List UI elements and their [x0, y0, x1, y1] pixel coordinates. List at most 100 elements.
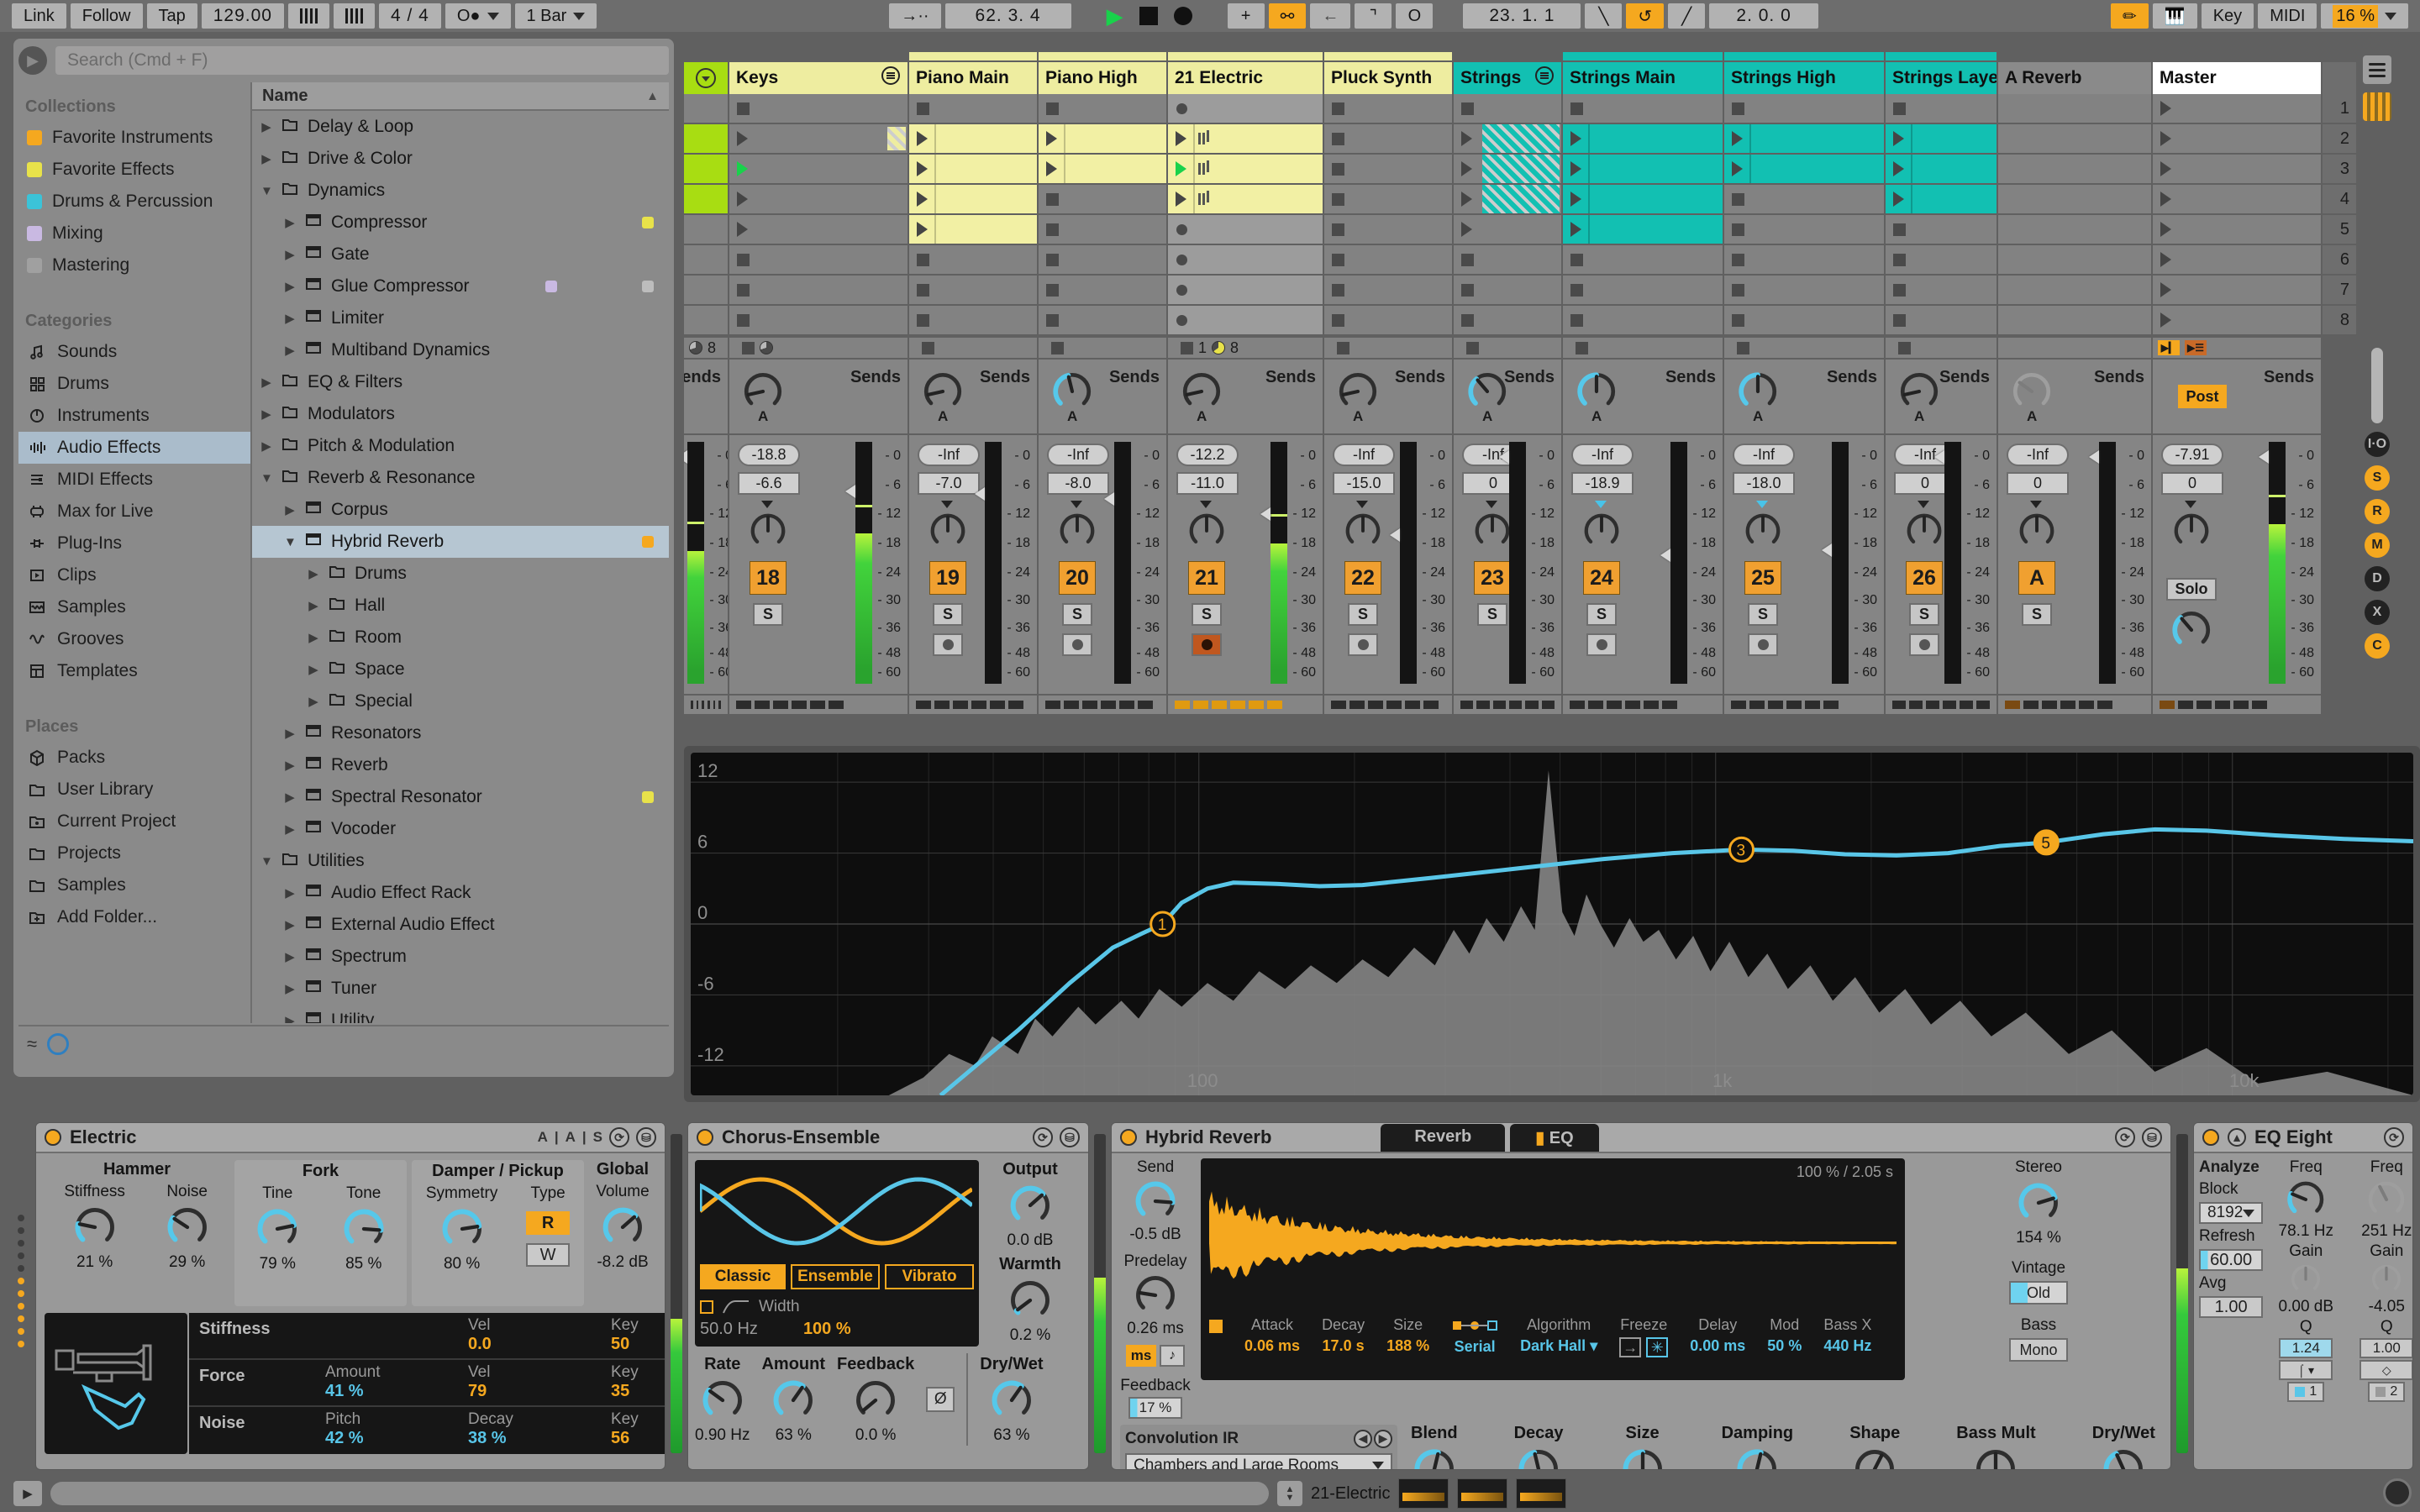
clip-slot[interactable] [1168, 276, 1323, 304]
solo-button[interactable]: S [933, 603, 963, 626]
tree-item-room[interactable]: ▶ Room [252, 622, 669, 654]
chevron-right-icon[interactable]: ▶ [284, 247, 296, 262]
clip-stop-button[interactable] [1893, 283, 1906, 297]
device-thumbnail[interactable] [1516, 1478, 1567, 1509]
avg-value[interactable]: 1.00 [2199, 1296, 2264, 1318]
hybrid-bass-mult-knob[interactable]: Bass Mult100 % [1956, 1424, 2036, 1469]
track-header-strings-main[interactable]: Strings Main [1563, 62, 1723, 94]
chevron-right-icon[interactable]: ▶ [284, 311, 296, 326]
chevron-right-icon[interactable]: ▶ [308, 566, 319, 581]
clip-slot[interactable] [2153, 155, 2321, 183]
chevron-down-icon[interactable]: ▼ [260, 184, 273, 198]
device-on-toggle[interactable] [45, 1129, 61, 1146]
fader-position-marker[interactable] [1660, 548, 1670, 562]
save-preset-icon[interactable]: ⛁ [1060, 1127, 1080, 1147]
chevron-down-icon[interactable]: ▼ [260, 854, 273, 869]
pan-knob[interactable] [1581, 511, 1622, 551]
tree-item-eq-filters[interactable]: ▶ EQ & Filters [252, 366, 669, 398]
clip-slot[interactable] [729, 306, 908, 334]
volume-readout[interactable]: -7.0 [918, 472, 980, 495]
send-a-knob[interactable] [741, 370, 785, 413]
tree-item-glue-compressor[interactable]: ▶ Glue Compressor [252, 270, 669, 302]
stop-all-track-button[interactable] [1737, 341, 1749, 354]
stop-all-clips-button[interactable]: ▶▎ [2158, 340, 2180, 355]
tree-item-audio-effect-rack[interactable]: ▶ Audio Effect Rack [252, 877, 669, 909]
zoom-toggle-icon[interactable]: ▲ ▼ [1277, 1481, 1302, 1506]
clip-slot[interactable] [1886, 276, 1996, 304]
tree-item-reverb-resonance[interactable]: ▼ Reverb & Resonance [252, 462, 669, 494]
clip-slot[interactable] [1039, 306, 1166, 334]
clip-slot[interactable] [1454, 124, 1561, 153]
predelay-ms-button[interactable]: ms [1126, 1345, 1156, 1367]
clip-slot[interactable] [1998, 276, 2151, 304]
clip-stop-button[interactable] [1332, 223, 1344, 236]
device-scroll-dots[interactable] [12, 1122, 30, 1470]
er-toggle[interactable] [1209, 1320, 1223, 1333]
arm-button[interactable] [1062, 633, 1092, 656]
clip-stop-button[interactable] [1893, 253, 1906, 266]
clip-slot[interactable] [729, 94, 908, 123]
clip-play-icon[interactable] [2160, 312, 2171, 328]
tree-item-tuner[interactable]: ▶ Tuner [252, 973, 669, 1005]
track-number-box[interactable]: A [2018, 561, 2055, 595]
track-header-electric-21[interactable]: 21 Electric [1168, 62, 1323, 94]
track-stop-row[interactable] [1324, 338, 1452, 358]
key-map-button[interactable]: Key [2201, 3, 2254, 29]
chevron-right-icon[interactable]: ▶ [284, 726, 296, 741]
solo-button[interactable]: S [1192, 603, 1222, 626]
matrix-value[interactable]: 41 % [325, 1382, 468, 1401]
tree-item-vocoder[interactable]: ▶ Vocoder [252, 813, 669, 845]
clip-slot[interactable] [1724, 276, 1884, 304]
track-header-piano-main[interactable]: Piano Main [909, 62, 1037, 94]
clip-slot[interactable] [1886, 215, 1996, 244]
mixer-section-toggle-s[interactable]: S [2365, 465, 2390, 491]
sidebar-item-mastering[interactable]: Mastering [18, 249, 250, 281]
matrix-value[interactable]: 35 [611, 1382, 665, 1401]
clip-launch-icon[interactable] [917, 131, 928, 146]
volume-knob[interactable] [600, 1205, 645, 1250]
volume-readout[interactable]: -18.9 [1571, 472, 1634, 495]
sidebar-item-mixing[interactable]: Mixing [18, 218, 250, 249]
track-header-piano-high[interactable]: Piano High [1039, 62, 1166, 94]
computer-midi-keyboard-icon[interactable]: 🎹 [2152, 3, 2197, 29]
chevron-right-icon[interactable]: ▶ [284, 949, 296, 964]
volume-readout[interactable]: -18.0 [1733, 472, 1795, 495]
clip-slot[interactable] [729, 185, 908, 213]
clip-slot[interactable] [1563, 245, 1723, 274]
sidebar-item-audio-effects[interactable]: Audio Effects [18, 432, 250, 464]
tree-item-hybrid-reverb[interactable]: ▼ Hybrid Reverb [252, 526, 669, 558]
send-a-knob[interactable] [1736, 370, 1780, 413]
clip-play-icon[interactable] [2160, 222, 2171, 237]
clip-slot[interactable] [909, 155, 1037, 183]
mixer-section-toggle-c[interactable]: C [2365, 633, 2390, 659]
track-stop-row[interactable]: 8 [684, 338, 728, 358]
tree-item-modulators[interactable]: ▶ Modulators [252, 398, 669, 430]
phase-invert-button[interactable]: Ø [926, 1387, 955, 1412]
device-thumbnail[interactable] [1457, 1478, 1508, 1509]
chevron-right-icon[interactable]: ▶ [260, 407, 272, 422]
track-header-strings-high[interactable]: Strings High [1724, 62, 1884, 94]
clip-play-icon[interactable] [2160, 252, 2171, 267]
draw-mode-icon[interactable]: ✏ [2111, 3, 2149, 29]
sidebar-item-projects[interactable]: Projects [18, 837, 250, 869]
chevron-right-icon[interactable]: ▶ [308, 630, 319, 645]
clip-play-icon[interactable] [2160, 101, 2171, 116]
clip-launch-icon[interactable] [1046, 161, 1057, 176]
scene-number[interactable]: 6 [2323, 245, 2356, 274]
clip-slot[interactable] [909, 245, 1037, 274]
clip-slot[interactable] [1454, 215, 1561, 244]
solo-cue-label[interactable]: Solo [2166, 578, 2217, 601]
solo-button[interactable]: S [1748, 603, 1778, 626]
band-gain-knob[interactable] [2370, 1263, 2403, 1296]
io-meter-icon[interactable] [2363, 92, 2391, 121]
clip-slot[interactable] [1454, 185, 1561, 213]
tree-item-drums[interactable]: ▶ Drums [252, 558, 669, 590]
fader-position-marker[interactable] [1822, 543, 1832, 558]
band-q-value[interactable]: 1.00 [2360, 1338, 2412, 1358]
vintage-selector[interactable]: Old [2009, 1281, 2068, 1305]
pan-knob[interactable] [1472, 511, 1512, 551]
clip-slot[interactable] [909, 276, 1037, 304]
stop-button[interactable] [1139, 7, 1158, 25]
record-slot-icon[interactable] [1176, 314, 1187, 326]
clip-slot[interactable] [684, 306, 728, 334]
